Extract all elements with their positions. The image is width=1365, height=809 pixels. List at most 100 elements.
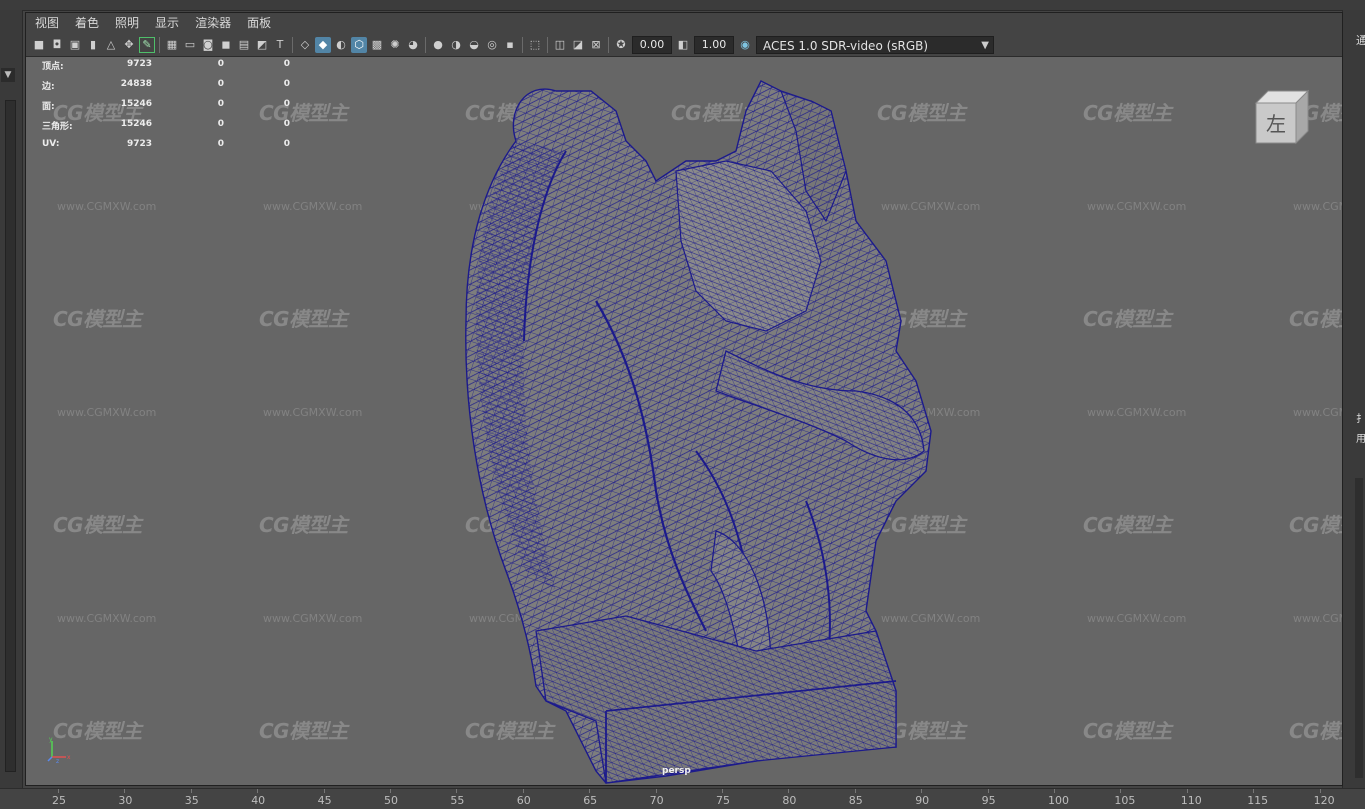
watermark-url: www.CGMXW.com [263,612,363,625]
ruler-tick-label: 100 [1048,794,1069,807]
ruler-tick [1186,789,1188,793]
ruler-tick-label: 120 [1313,794,1335,807]
xray-icon[interactable]: ▩ [369,37,385,53]
watermark-logo: CG模型主 [1289,719,1342,743]
hud-value: 24838 [120,79,152,89]
menu-shading[interactable]: 着色 [67,13,107,33]
hud-value: 0 [217,119,224,129]
watermark-url: www.CGMXW.com [1087,406,1187,419]
color-management-icon[interactable]: ◉ [737,37,753,53]
use-lights-icon[interactable]: ✺ [387,37,403,53]
watermark-logo: CG模型主 [1083,101,1172,125]
menu-renderer[interactable]: 渲染器 [187,13,239,33]
depth-of-field-icon[interactable]: ◎ [484,37,500,53]
right-panel-text-3: 用 [1356,434,1365,445]
camera-attributes-icon[interactable]: ◘ [49,37,65,53]
watermark-logo: CG模型主 [259,513,348,537]
hud-value: 15246 [120,99,152,109]
view-cube[interactable]: 左 [1252,89,1310,145]
right-scrollbar[interactable] [1355,478,1363,778]
select-tool-icon[interactable]: ⬚ [527,37,543,53]
hud-value: 0 [283,99,290,109]
hud-label: 三角形: [42,122,73,132]
wireframe-icon[interactable]: ◇ [297,37,313,53]
hud-value: 0 [283,59,290,69]
safe-action-icon[interactable]: ◩ [254,37,270,53]
menu-view[interactable]: 视图 [26,13,67,33]
time-slider-ruler[interactable]: 25 30 35 40 45 50 55 60 65 70 75 80 85 90 95 100 105 110 1… [0,788,1365,809]
watermark-url: www.CGMXW.com [57,612,157,625]
gargoyle-mesh[interactable] [426,71,946,786]
menu-lighting[interactable]: 照明 [107,13,147,33]
ruler-tick [257,789,259,793]
left-scrollbar[interactable] [5,100,16,772]
ruler-tick-label: 50 [384,794,398,807]
watermark-logo: CG模型主 [1289,513,1342,537]
isolate-select-icon[interactable]: ◫ [552,37,568,53]
film-gate-icon[interactable]: ▭ [182,37,198,53]
shadows-icon[interactable]: ◕ [405,37,421,53]
watermark-url: www.CGMXW.com [263,406,363,419]
ruler-tick [722,789,723,793]
ruler-tick-label: 115 [1247,794,1269,807]
watermark-url: www.CGMXW.com [57,406,157,419]
ruler-tick [190,789,192,793]
color-space-value: ACES 1.0 SDR-video (sRGB) [763,38,929,53]
hud-label: 边: [42,82,55,92]
ambient-occlusion-icon[interactable]: ● [430,37,446,53]
safe-title-icon[interactable]: T [272,37,288,53]
viewport-persp[interactable]: CG模型主 www.CGMXW.com CG模型主 www.CGMXW.com CG模型… [25,12,1343,786]
gamma-field[interactable]: 1.00 [694,35,734,54]
panel-menubar: 视图 着色 照明 显示 渲染器 面板 [26,13,1342,33]
top-strip [0,0,1365,11]
isolate-icon[interactable]: ✎ [139,36,155,53]
xray-joints-icon[interactable]: ◪ [570,37,586,53]
exposure-field[interactable]: 0.00 [632,35,672,54]
hud-icon[interactable]: ▪ [502,37,518,53]
ruler-tick-label: 75 [716,794,730,807]
resolution-gate-icon[interactable]: ◙ [200,37,216,53]
exposure-icon[interactable]: ✪ [613,37,629,53]
hud-value: 0 [217,59,224,69]
wireframe-on-shaded-icon[interactable]: ⬡ [351,36,367,53]
gamma-icon[interactable]: ◧ [675,37,691,53]
hud-label: 顶点: [42,62,64,72]
color-space-select[interactable]: ACES 1.0 SDR-video (sRGB) ▼ [756,35,994,54]
watermark-logo: CG模型主 [1083,513,1172,537]
motion-blur-icon[interactable]: ◑ [448,37,464,53]
ruler-tick-label: 60 [516,794,531,807]
ruler-tick [58,789,59,793]
xray-active-icon[interactable]: ⊠ [588,37,604,53]
axis-x-label: x [67,754,71,761]
ruler-tick [323,789,325,793]
panel-dropdown-icon[interactable]: ▼ [1,68,15,82]
hud-value: 0 [283,119,290,129]
ruler-tick-label: 80 [782,794,797,807]
ruler-tick-label: 70 [649,794,664,807]
field-chart-icon[interactable]: ▤ [236,37,252,53]
flat-shade-icon[interactable]: ◐ [333,37,349,53]
ruler-tick [655,789,657,793]
grid-icon[interactable]: ▦ [164,37,180,53]
hud-value: 0 [217,79,224,89]
bookmark-icon[interactable]: ▮ [85,37,101,53]
watermark-url: www.CGMXW.com [1087,612,1187,625]
watermark-logo: CG模型主 [1083,307,1172,331]
view-cube-label: 左 [1266,112,1286,136]
watermark-logo: CG模型主 [53,307,142,331]
gate-mask-icon[interactable]: ◼ [218,37,234,53]
smooth-shade-icon[interactable]: ◆ [315,36,331,53]
camera-icon[interactable]: ■ [31,37,47,53]
grease-pencil-icon[interactable]: ✥ [121,37,137,53]
watermark-url: www.CGMXW.com [1293,612,1342,625]
menu-panels[interactable]: 面板 [239,13,279,33]
menu-show[interactable]: 显示 [147,13,187,33]
image-plane-icon[interactable]: ▣ [67,37,83,53]
hud-value: 9723 [126,59,152,69]
anti-aliasing-icon[interactable]: ◒ [466,37,482,53]
2d-pan-zoom-icon[interactable]: △ [103,37,119,53]
hud-value: 0 [217,139,224,149]
panel-toolbar: ■ ◘ ▣ ▮ △ ✥ ✎ ▦ ▭ ◙ ◼ ▤ ◩ T ◇ ◆ ◐ ⬡ ▩ ✺ … [26,33,1342,57]
watermark-url: www.CGMXW.com [1087,200,1187,213]
watermark-logo: CG模型主 [259,307,348,331]
